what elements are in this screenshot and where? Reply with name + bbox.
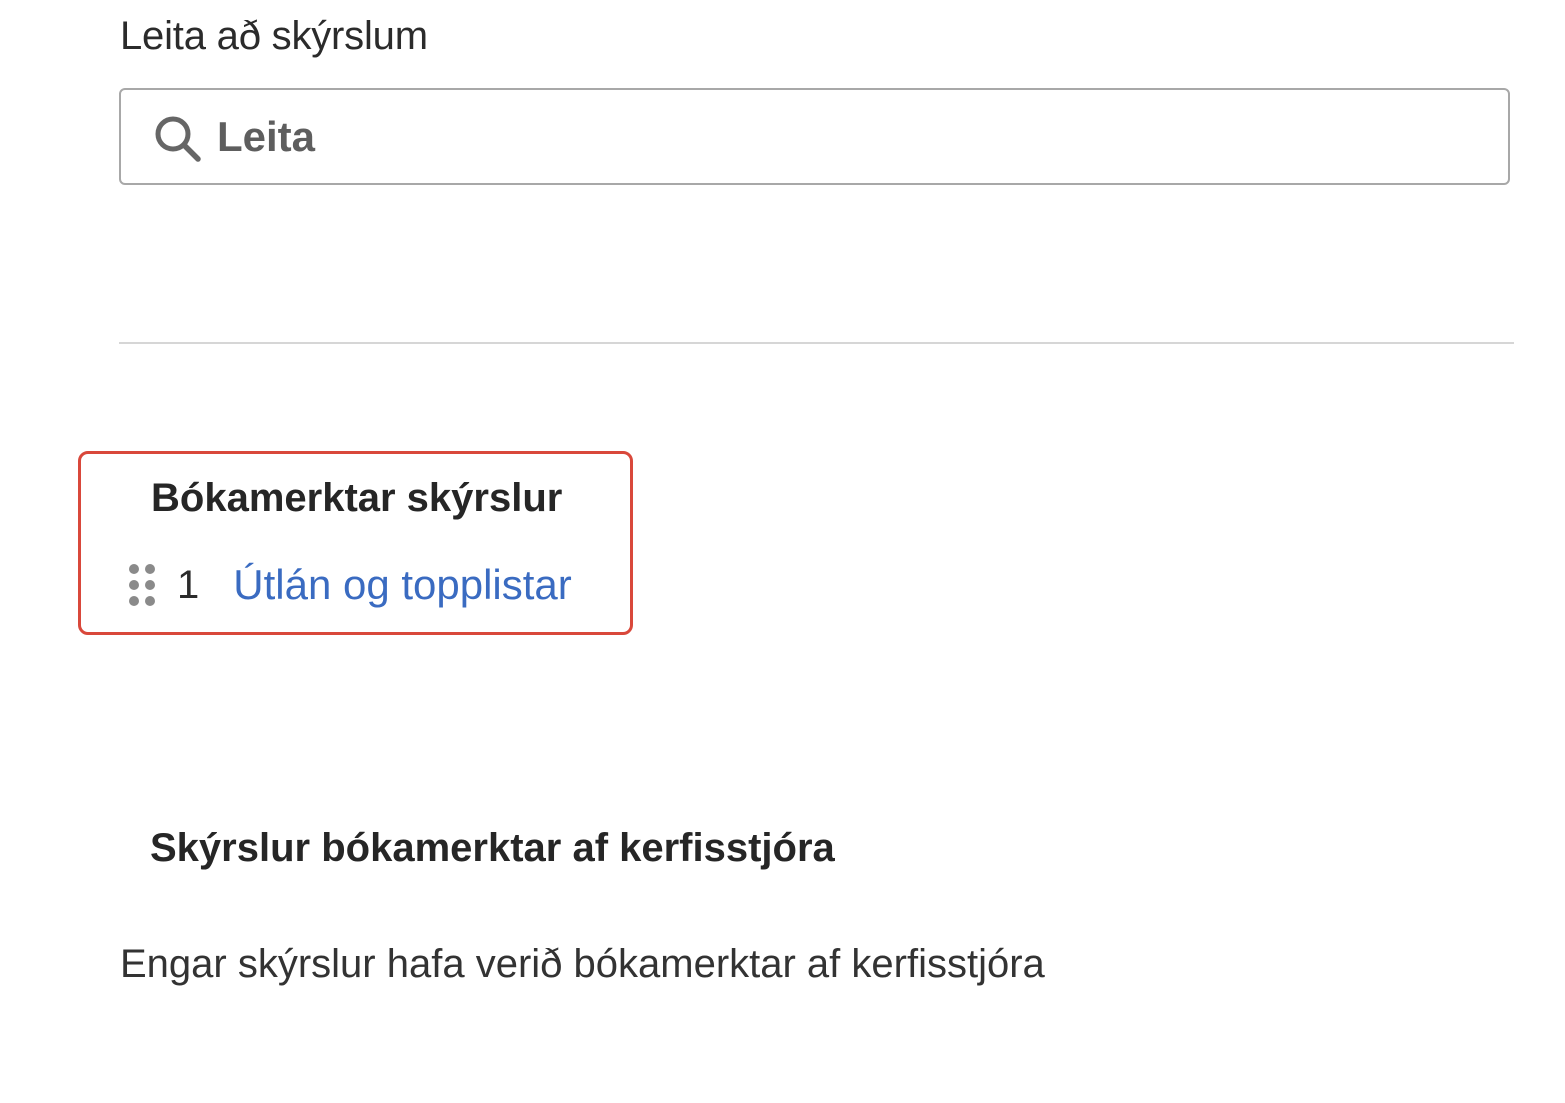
bookmark-list-item: 1 Útlán og topplistar [127, 560, 572, 610]
section-divider [119, 342, 1514, 344]
bookmark-index: 1 [177, 562, 200, 607]
search-box[interactable] [119, 88, 1510, 185]
bookmark-link-utlan-og-topplistar[interactable]: Útlán og topplistar [233, 561, 572, 609]
drag-handle-icon[interactable] [127, 562, 157, 608]
search-input[interactable] [217, 104, 1487, 170]
bookmarked-reports-panel: Bókamerktar skýrslur 1 Útlán og topplist… [78, 451, 633, 635]
search-icon [155, 116, 201, 162]
bookmarked-reports-heading: Bókamerktar skýrslur [151, 476, 563, 520]
report-search-page: Leita að skýrslum Bókamerktar skýrslur 1… [0, 0, 1565, 1103]
search-label: Leita að skýrslum [120, 14, 428, 58]
admin-bookmarked-reports-heading: Skýrslur bókamerktar af kerfisstjóra [150, 826, 835, 870]
admin-bookmarks-empty-message: Engar skýrslur hafa verið bókamerktar af… [120, 942, 1045, 986]
